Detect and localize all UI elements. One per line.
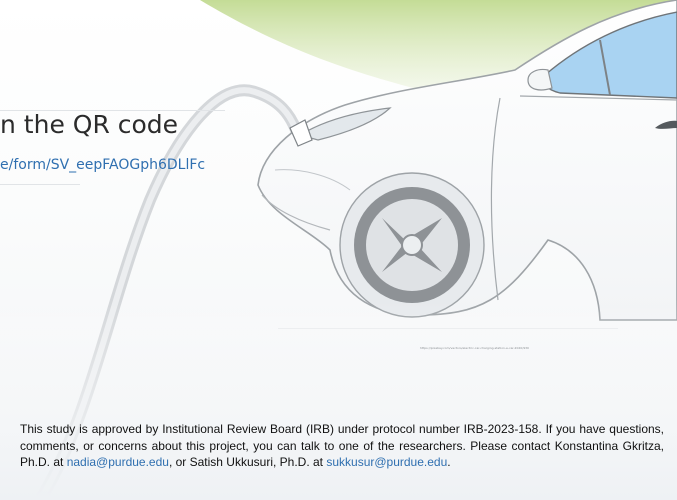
credit-rule — [278, 328, 618, 329]
email-link-ukkusuri[interactable]: sukkusur@purdue.edu — [326, 455, 447, 469]
irb-notice: This study is approved by Institutional … — [20, 421, 664, 471]
notice-text: . — [447, 455, 451, 469]
slide-canvas: n the QR code e/form/SV_eepFAOGph6DLlFc … — [0, 0, 677, 500]
link-underline — [0, 184, 80, 185]
page-heading: n the QR code — [0, 110, 179, 139]
survey-link[interactable]: e/form/SV_eepFAOGph6DLlFc — [0, 158, 205, 172]
email-link-gkritza[interactable]: nadia@purdue.edu — [67, 455, 169, 469]
side-mirror — [527, 68, 553, 91]
front-wheel — [339, 172, 485, 318]
notice-text: , or Satish Ukkusuri, Ph.D. at — [168, 455, 327, 469]
image-credit: https://pixabay.com/vectors/electric-car… — [420, 346, 529, 350]
